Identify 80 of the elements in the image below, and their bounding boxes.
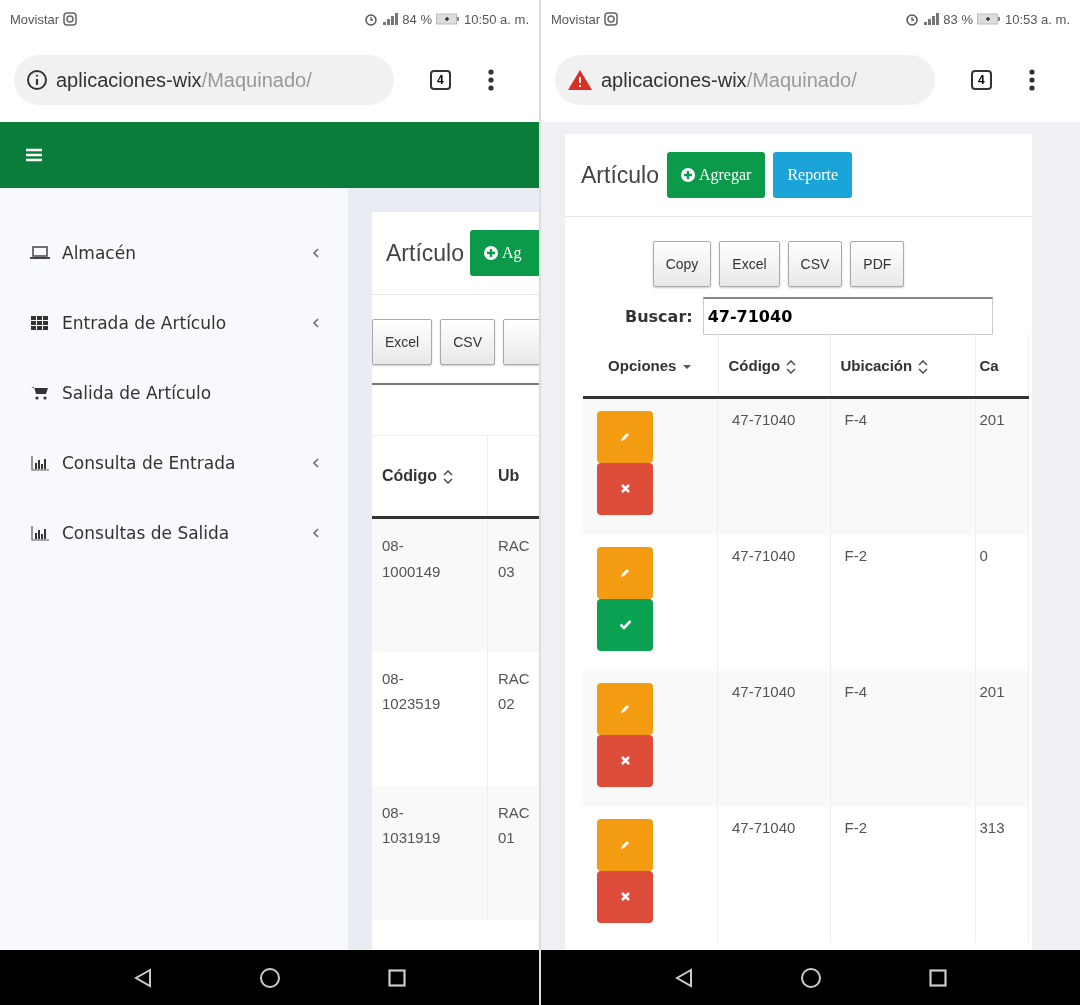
notification-icons bbox=[604, 12, 619, 26]
warning-icon[interactable] bbox=[567, 69, 593, 91]
sidebar-item[interactable]: Salida de Artículo bbox=[0, 358, 348, 428]
bar-chart-icon bbox=[30, 525, 50, 541]
table-cell: 08- 1000149 bbox=[372, 517, 488, 652]
search-label: Buscar: bbox=[625, 306, 693, 326]
carrier-name: Movistar bbox=[551, 11, 601, 27]
table-cell: 0 bbox=[975, 534, 1029, 671]
close-icon bbox=[619, 891, 631, 902]
back-icon[interactable] bbox=[133, 967, 152, 988]
export-button[interactable]: CSV bbox=[787, 241, 843, 287]
table-cell: 47-71040 bbox=[718, 397, 830, 535]
table-cell: 47-71040 bbox=[718, 806, 830, 943]
info-icon[interactable] bbox=[26, 69, 48, 91]
more-menu-icon[interactable] bbox=[1027, 68, 1036, 92]
table-cell: 08- 1023519 bbox=[372, 651, 488, 786]
laptop-icon bbox=[30, 245, 50, 261]
pencil-icon bbox=[619, 702, 631, 715]
caret-icon bbox=[682, 363, 693, 370]
alarm-icon bbox=[905, 12, 920, 26]
add-button[interactable]: Ag bbox=[470, 230, 539, 276]
address-bar[interactable]: aplicaciones-wix/Maquinado/ bbox=[14, 55, 394, 105]
grid-icon bbox=[30, 315, 50, 331]
battery-icon bbox=[976, 13, 1001, 25]
clock: 10:53 a. m. bbox=[1004, 11, 1070, 27]
recents-icon[interactable] bbox=[387, 968, 406, 987]
sort-icon bbox=[918, 359, 929, 374]
table-cell: 08- 1031919 bbox=[372, 785, 488, 920]
plus-circle-icon bbox=[484, 246, 498, 260]
table-cell: 47-71040 bbox=[718, 534, 830, 671]
pencil-icon bbox=[619, 430, 631, 443]
table-cell: 47-71040 bbox=[718, 670, 830, 807]
table-cell: 313 bbox=[975, 806, 1029, 943]
sidebar-item[interactable]: Consulta de Entrada bbox=[0, 428, 348, 498]
sort-icon bbox=[786, 359, 797, 374]
signal-icon bbox=[923, 12, 940, 26]
close-icon bbox=[619, 755, 631, 766]
sort-icon bbox=[443, 469, 454, 484]
more-menu-icon[interactable] bbox=[486, 68, 495, 92]
panel-title: Artículo bbox=[581, 161, 659, 189]
export-button[interactable]: Excel bbox=[372, 319, 433, 365]
pencil-icon bbox=[619, 838, 631, 851]
plus-circle-icon bbox=[681, 168, 695, 182]
table-cell: 201 bbox=[975, 397, 1029, 535]
pencil-icon bbox=[619, 566, 631, 579]
table-cell: F-4 bbox=[830, 397, 975, 535]
cart-icon bbox=[30, 385, 50, 401]
export-button[interactable]: Excel bbox=[719, 241, 780, 287]
battery-icon bbox=[435, 13, 460, 25]
add-button[interactable]: Agregar bbox=[667, 152, 766, 198]
export-button[interactable]: PDF bbox=[850, 241, 905, 287]
sidebar-item[interactable]: Entrada de Artículo bbox=[0, 288, 348, 358]
address-bar[interactable]: aplicaciones-wix/Maquinado/ bbox=[555, 55, 935, 105]
back-icon[interactable] bbox=[674, 967, 693, 988]
home-icon[interactable] bbox=[258, 966, 281, 989]
menu-icon[interactable] bbox=[26, 148, 42, 162]
table-cell: F-2 bbox=[830, 806, 975, 943]
clock: 10:50 a. m. bbox=[463, 11, 529, 27]
signal-icon bbox=[382, 12, 399, 26]
table-cell: F-2 bbox=[830, 534, 975, 671]
recents-icon[interactable] bbox=[928, 968, 947, 987]
panel-title: Artículo bbox=[386, 239, 464, 267]
sidebar-item[interactable]: Almacén bbox=[0, 218, 348, 288]
tab-count[interactable]: 4 bbox=[971, 70, 992, 90]
notification-icons bbox=[63, 12, 78, 26]
check-icon bbox=[618, 619, 632, 630]
battery-level: 83 % bbox=[943, 11, 973, 27]
table-cell: F-4 bbox=[830, 670, 975, 807]
close-icon bbox=[619, 483, 631, 494]
bar-chart-icon bbox=[30, 455, 50, 471]
home-icon[interactable] bbox=[799, 966, 822, 989]
sidebar-item[interactable]: Consultas de Salida bbox=[0, 498, 348, 568]
export-button[interactable]: CSV bbox=[440, 319, 496, 365]
table-cell: 201 bbox=[975, 670, 1029, 807]
search-field[interactable]: 47-71040 bbox=[702, 297, 993, 335]
battery-level: 84 % bbox=[402, 11, 432, 27]
carrier-name: Movistar bbox=[10, 11, 60, 27]
alarm-icon bbox=[364, 12, 379, 26]
tab-count[interactable]: 4 bbox=[430, 70, 451, 90]
export-button[interactable]: Copy bbox=[652, 241, 712, 287]
